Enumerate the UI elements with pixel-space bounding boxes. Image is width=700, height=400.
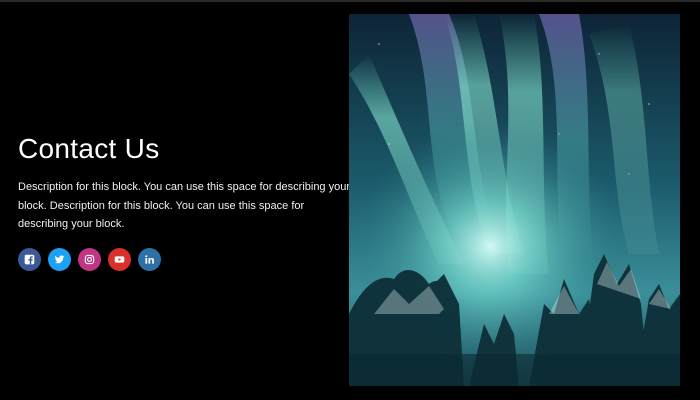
linkedin-icon — [145, 254, 154, 264]
top-border — [0, 0, 700, 2]
linkedin-link[interactable] — [138, 247, 161, 271]
contact-section: Contact Us Description for this block. Y… — [0, 0, 700, 400]
contact-description: Description for this block. You can use … — [18, 181, 351, 230]
aurora-illustration — [349, 14, 680, 386]
instagram-link[interactable] — [78, 247, 101, 271]
aurora-forest-image — [349, 14, 680, 386]
youtube-icon — [114, 255, 125, 263]
instagram-icon — [84, 254, 95, 264]
social-links — [18, 247, 350, 271]
facebook-icon — [24, 254, 35, 264]
facebook-link[interactable] — [18, 247, 41, 271]
contact-text-block: Contact Us Description for this block. Y… — [18, 132, 350, 271]
twitter-icon — [54, 254, 65, 263]
twitter-link[interactable] — [48, 247, 71, 271]
page-title: Contact Us — [18, 133, 160, 164]
youtube-link[interactable] — [108, 247, 131, 271]
